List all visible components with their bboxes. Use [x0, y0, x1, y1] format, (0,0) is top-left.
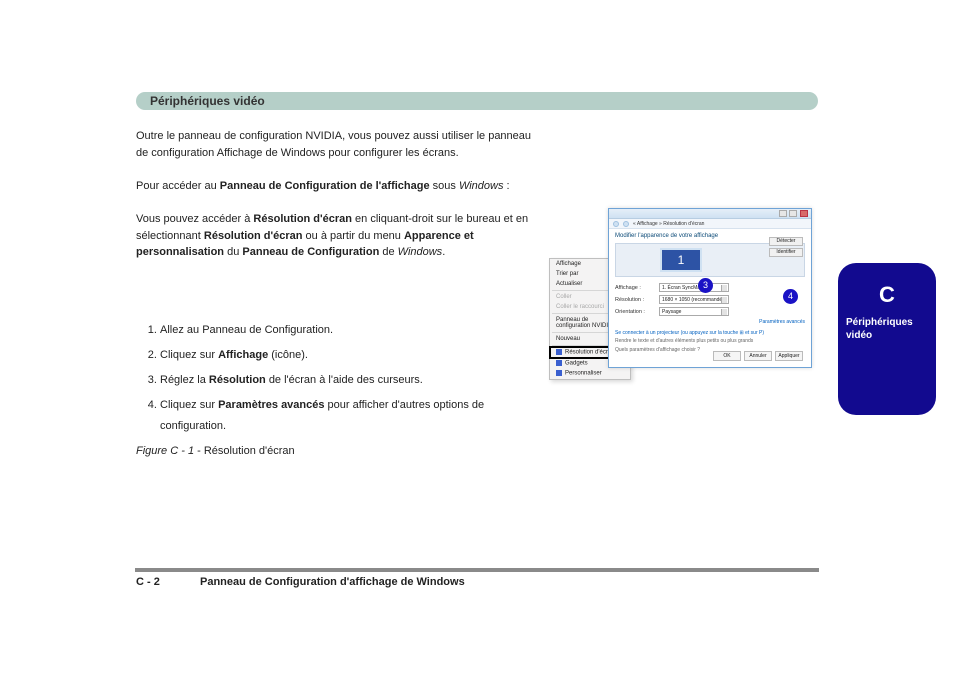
p2-win: Windows: [459, 180, 504, 192]
banner-title: Périphériques vidéo: [150, 94, 265, 108]
p2-bold: Panneau de Configuration de l'affichage: [220, 180, 430, 192]
window-content: Modifier l'apparence de votre affichage …: [609, 229, 811, 357]
s4-pre: Cliquez sur: [160, 399, 218, 411]
cancel-button[interactable]: Annuler: [744, 351, 772, 361]
chevron-down-icon: [721, 309, 727, 315]
ctx-personnaliser[interactable]: Personnaliser: [550, 368, 630, 379]
fig-label: Figure C - 1: [136, 445, 194, 457]
ok-button[interactable]: OK: [713, 351, 741, 361]
ctx-coller-label: Coller: [556, 294, 572, 300]
breadcrumb-text: « Affichage » Résolution d'écran: [633, 221, 704, 227]
gadget-icon: [556, 360, 562, 366]
step-1-text: Allez au Panneau de Configuration.: [160, 324, 333, 336]
p3-m4: de: [379, 246, 397, 258]
ctx-nvidia-label: Panneau de configuration NVIDIA: [556, 317, 612, 329]
orientation-label: Orientation :: [615, 309, 655, 315]
section-banner: Périphériques vidéo: [136, 92, 818, 110]
s3-post: de l'écran à l'aide des curseurs.: [269, 374, 423, 386]
steps-list: Allez au Panneau de Configuration. Cliqu…: [136, 320, 536, 440]
p2-mid: sous: [430, 180, 459, 192]
s3-pre: Réglez la: [160, 374, 209, 386]
personalize-icon: [556, 370, 562, 376]
detect-button[interactable]: Détecter: [769, 237, 803, 246]
page-title: Panneau de Configuration d'affichage de …: [200, 576, 465, 588]
fig-text: - Résolution d'écran: [194, 445, 295, 457]
page-number: C - 2: [136, 576, 160, 588]
p3-pre: Vous pouvez accéder à: [136, 213, 253, 225]
callout-3: 3: [698, 278, 713, 293]
nav-fwd-icon[interactable]: [623, 221, 629, 227]
p3-win: Windows: [398, 246, 443, 258]
nav-back-icon[interactable]: [613, 221, 619, 227]
ctx-coller-rac-label: Coller le raccourci: [556, 304, 604, 310]
monitor-icon: [556, 349, 562, 355]
monitor-number: 1: [678, 253, 685, 267]
resolution-label: Résolution :: [615, 297, 655, 303]
step-4: Cliquez sur Paramètres avancés pour affi…: [160, 395, 536, 437]
text-size-link[interactable]: Rendre le texte et d'autres éléments plu…: [615, 338, 805, 345]
p3-m3: du: [224, 246, 242, 258]
ctx-person-label: Personnaliser: [565, 371, 602, 377]
display-label: Affichage :: [615, 285, 655, 291]
advanced-settings-link[interactable]: Paramètres avancés: [759, 319, 805, 325]
display-combo[interactable]: 1. Écran SyncMaster ▾: [659, 283, 729, 292]
monitor-1-icon[interactable]: 1: [660, 248, 702, 272]
p2-pre: Pour accéder au: [136, 180, 220, 192]
s2-b: Affichage: [218, 349, 268, 361]
p3-b2: Résolution d'écran: [204, 230, 303, 242]
ctx-affichage-label: Affichage: [556, 261, 581, 267]
maximize-button[interactable]: [789, 210, 797, 217]
step-3: Réglez la Résolution de l'écran à l'aide…: [160, 370, 536, 391]
resolution-combo[interactable]: 1680 × 1050 (recommandé): [659, 295, 729, 304]
p3-suf: .: [442, 246, 445, 258]
figure-caption: Figure C - 1 - Résolution d'écran: [136, 445, 556, 457]
orientation-value: Paysage: [662, 309, 681, 315]
p3-b4: Panneau de Configuration: [242, 246, 379, 258]
side-tab: C Périphériques vidéo: [838, 263, 936, 415]
side-tab-letter: C: [846, 281, 928, 310]
detect-identify-group: Détecter Identifier: [769, 237, 803, 257]
chevron-down-icon: [721, 285, 727, 291]
step-2: Cliquez sur Affichage (icône).: [160, 345, 536, 366]
step-1: Allez au Panneau de Configuration.: [160, 320, 536, 341]
side-tab-label: Périphériques vidéo: [846, 316, 928, 342]
button-row: OK Annuler Appliquer: [713, 351, 803, 361]
s4-b: Paramètres avancés: [218, 399, 327, 411]
paragraph-1: Outre le panneau de configuration NVIDIA…: [136, 128, 536, 161]
window-titlebar[interactable]: [609, 209, 811, 219]
minimize-button[interactable]: [779, 210, 787, 217]
callout-4: 4: [783, 289, 798, 304]
projector-link[interactable]: Se connecter à un projecteur (ou appuyez…: [615, 330, 805, 337]
s2-post: (icône).: [268, 349, 308, 361]
footer-rule: [135, 568, 819, 572]
p2-suf: :: [503, 180, 509, 192]
p1-text: Outre le panneau de configuration NVIDIA…: [136, 130, 531, 159]
resolution-value: 1680 × 1050 (recommandé): [662, 297, 724, 303]
p3-b1: Résolution d'écran: [253, 213, 352, 225]
ctx-trier-label: Trier par: [556, 271, 578, 277]
ctx-nouveau-label: Nouveau: [556, 336, 580, 342]
orientation-combo[interactable]: Paysage: [659, 307, 729, 316]
close-button[interactable]: [800, 210, 808, 217]
window-breadcrumb[interactable]: « Affichage » Résolution d'écran: [609, 219, 811, 229]
identify-button[interactable]: Identifier: [769, 248, 803, 257]
ctx-gadgets-label: Gadgets: [565, 360, 588, 366]
s3-b: Résolution: [209, 374, 269, 386]
apply-button[interactable]: Appliquer: [775, 351, 803, 361]
chevron-down-icon: [721, 297, 727, 303]
row-orientation: Orientation : Paysage: [615, 307, 805, 316]
paragraph-2: Pour accéder au Panneau de Configuration…: [136, 178, 536, 261]
s2-pre: Cliquez sur: [160, 349, 218, 361]
row-resolution: Résolution : 1680 × 1050 (recommandé): [615, 295, 805, 304]
p3-m2: ou à partir du menu: [302, 230, 404, 242]
ctx-actualiser-label: Actualiser: [556, 281, 582, 287]
